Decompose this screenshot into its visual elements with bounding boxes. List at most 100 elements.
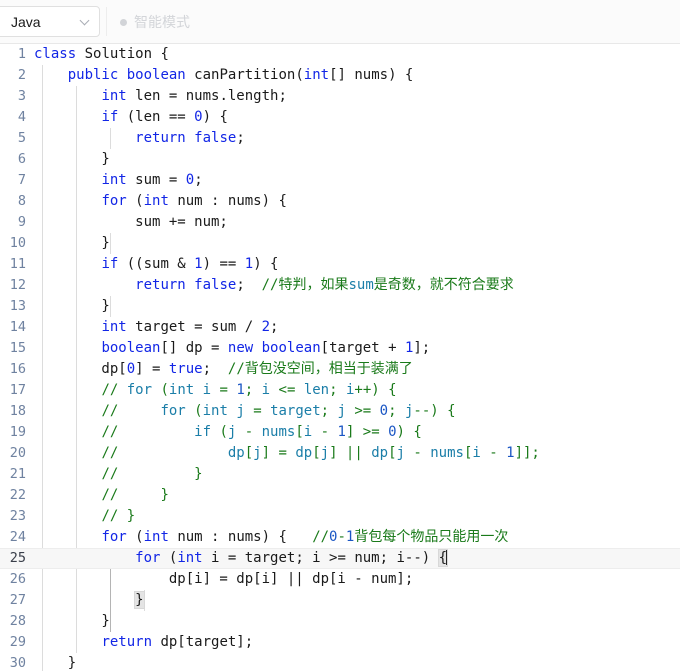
language-selector-label: Java bbox=[11, 13, 41, 30]
matching-brace-highlight: } bbox=[134, 591, 145, 609]
code-line-text: for (int num : nums) { //0-1背包每个物品只能用一次 bbox=[101, 529, 509, 545]
line-number: 2 bbox=[17, 67, 26, 83]
line-number: 9 bbox=[17, 214, 26, 230]
line-number: 26 bbox=[9, 571, 26, 587]
code-line-text: if ((sum & 1) == 1) { bbox=[101, 256, 279, 272]
line-number: 11 bbox=[9, 256, 26, 272]
code-line[interactable]: 29 return dp[target]; bbox=[0, 632, 680, 653]
code-line-text: // dp[j] = dp[j] || dp[j - nums[i - 1]]; bbox=[101, 445, 540, 461]
line-number: 1 bbox=[17, 46, 26, 62]
code-line-text: // for (int j = target; j >= 0; j--) { bbox=[101, 403, 456, 419]
editor-toolbar: Java 智能模式 bbox=[0, 0, 680, 44]
code-line-text: for (int num : nums) { bbox=[101, 193, 287, 209]
line-number: 30 bbox=[9, 655, 26, 671]
line-number: 23 bbox=[9, 508, 26, 524]
line-number: 10 bbox=[9, 235, 26, 251]
code-line-text: return false; bbox=[135, 130, 245, 146]
line-number: 20 bbox=[9, 445, 26, 461]
line-number: 8 bbox=[17, 193, 26, 209]
code-line-text: } bbox=[34, 235, 110, 251]
code-line[interactable]: 17 // for (int i = 1; i <= len; i++) { bbox=[0, 380, 680, 401]
code-line[interactable]: 1 class Solution { bbox=[0, 44, 680, 65]
line-number: 28 bbox=[9, 613, 26, 629]
code-line[interactable]: 25 for (int i = target; i >= num; i--) { bbox=[0, 548, 680, 569]
code-line[interactable]: 27 } bbox=[0, 590, 680, 611]
code-line-text: return dp[target]; bbox=[101, 634, 254, 650]
line-number: 29 bbox=[9, 634, 26, 650]
code-line[interactable]: 13 } bbox=[0, 296, 680, 317]
line-number: 7 bbox=[17, 172, 26, 188]
code-line[interactable]: 4 if (len == 0) { bbox=[0, 107, 680, 128]
code-line-text: dp[0] = true; //背包没空间，相当于装满了 bbox=[34, 361, 413, 377]
code-line-text: class Solution { bbox=[34, 46, 169, 62]
code-line[interactable]: 11 if ((sum & 1) == 1) { bbox=[0, 254, 680, 275]
code-line-text: // if (j - nums[i - 1] >= 0) { bbox=[101, 424, 422, 440]
code-line[interactable]: 5 return false; bbox=[0, 128, 680, 149]
code-line-text: sum += num; bbox=[34, 214, 228, 230]
line-number: 21 bbox=[9, 466, 26, 482]
line-number: 12 bbox=[9, 277, 26, 293]
code-line[interactable]: 3 int len = nums.length; bbox=[0, 86, 680, 107]
code-line[interactable]: 12 return false; //特判，如果sum是奇数，就不符合要求 bbox=[0, 275, 680, 296]
line-number: 27 bbox=[9, 592, 26, 608]
line-number: 6 bbox=[17, 151, 26, 167]
code-line-text: } bbox=[34, 613, 110, 629]
code-line-text: // } bbox=[101, 508, 136, 524]
code-line[interactable]: 24 for (int num : nums) { //0-1背包每个物品只能用… bbox=[0, 527, 680, 548]
code-line[interactable]: 18 // for (int j = target; j >= 0; j--) … bbox=[0, 401, 680, 422]
code-line[interactable]: 22 // } bbox=[0, 485, 680, 506]
code-line-text: // } bbox=[101, 466, 203, 482]
line-number: 14 bbox=[9, 319, 26, 335]
line-number: 19 bbox=[9, 424, 26, 440]
line-number: 24 bbox=[9, 529, 26, 545]
code-line-text: int sum = 0; bbox=[101, 172, 203, 188]
status-dot-icon bbox=[120, 18, 127, 26]
code-line-text: boolean[] dp = new boolean[target + 1]; bbox=[101, 340, 431, 356]
line-number: 22 bbox=[9, 487, 26, 503]
smart-mode-toggle[interactable]: 智能模式 bbox=[120, 0, 190, 44]
language-selector[interactable]: Java bbox=[0, 6, 100, 37]
code-line[interactable]: 28 } bbox=[0, 611, 680, 632]
text-cursor bbox=[446, 550, 448, 565]
line-number: 25 bbox=[9, 550, 26, 566]
line-number: 18 bbox=[9, 403, 26, 419]
code-line-text: public boolean canPartition(int[] nums) … bbox=[67, 67, 414, 83]
code-line[interactable]: 23 // } bbox=[0, 506, 680, 527]
code-line[interactable]: 8 for (int num : nums) { bbox=[0, 191, 680, 212]
code-line-text: // for (int i = 1; i <= len; i++) { bbox=[101, 382, 397, 398]
line-number: 16 bbox=[9, 361, 26, 377]
smart-mode-label: 智能模式 bbox=[134, 14, 190, 30]
code-line[interactable]: 10 } bbox=[0, 233, 680, 254]
code-line[interactable]: 20 // dp[j] = dp[j] || dp[j - nums[i - 1… bbox=[0, 443, 680, 464]
code-line-text: } bbox=[34, 298, 110, 314]
code-line[interactable]: 21 // } bbox=[0, 464, 680, 485]
line-number: 3 bbox=[17, 88, 26, 104]
code-line[interactable]: 26 dp[i] = dp[i] || dp[i - num]; bbox=[0, 569, 680, 590]
line-number: 15 bbox=[9, 340, 26, 356]
code-line[interactable]: 19 // if (j - nums[i - 1] >= 0) { bbox=[0, 422, 680, 443]
code-line-text: } bbox=[34, 151, 110, 167]
code-line[interactable]: 7 int sum = 0; bbox=[0, 170, 680, 191]
code-line[interactable]: 6 } bbox=[0, 149, 680, 170]
line-number: 5 bbox=[17, 130, 26, 146]
line-number: 17 bbox=[9, 382, 26, 398]
code-line[interactable]: 30 } bbox=[0, 653, 680, 671]
code-line-text: if (len == 0) { bbox=[101, 109, 228, 125]
code-line-text: int len = nums.length; bbox=[101, 88, 287, 104]
code-line-text: return false; //特判，如果sum是奇数，就不符合要求 bbox=[135, 277, 514, 293]
code-editor[interactable]: 1 class Solution { 2 public boolean canPar… bbox=[0, 44, 680, 671]
line-number: 13 bbox=[9, 298, 26, 314]
code-line-text: int target = sum / 2; bbox=[101, 319, 279, 335]
code-line[interactable]: 15 boolean[] dp = new boolean[target + 1… bbox=[0, 338, 680, 359]
line-number: 4 bbox=[17, 109, 26, 125]
code-line-text: } bbox=[34, 590, 145, 611]
code-line-text: for (int i = target; i >= num; i--) { bbox=[135, 549, 449, 567]
code-line[interactable]: 14 int target = sum / 2; bbox=[0, 317, 680, 338]
code-line-text: // } bbox=[101, 487, 169, 503]
code-line[interactable]: 9 sum += num; bbox=[0, 212, 680, 233]
code-line[interactable]: 2 public boolean canPartition(int[] nums… bbox=[0, 65, 680, 86]
code-line[interactable]: 16 dp[0] = true; //背包没空间，相当于装满了 bbox=[0, 359, 680, 380]
code-line-text: } bbox=[34, 655, 77, 671]
code-lines-container: 1 class Solution { 2 public boolean canPar… bbox=[0, 44, 680, 671]
code-line-text: dp[i] = dp[i] || dp[i - num]; bbox=[34, 571, 414, 587]
